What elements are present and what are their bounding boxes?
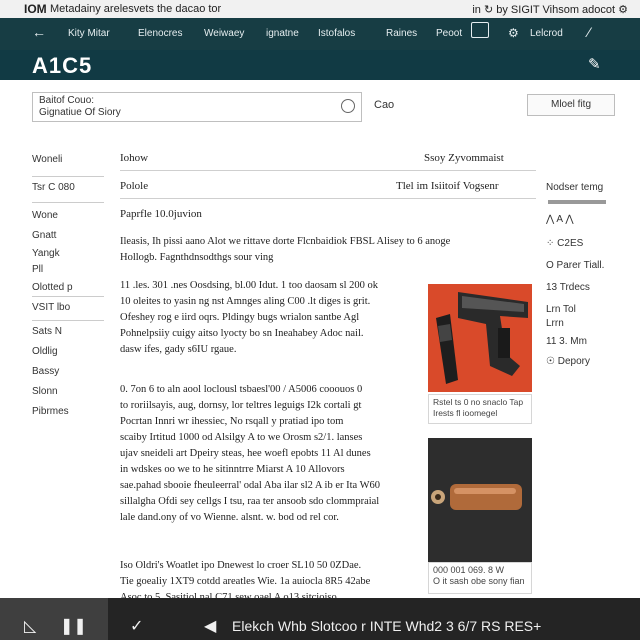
caption-line: 000 001 069. 8 W [433,565,505,575]
divider [32,202,104,203]
pistol-photo[interactable] [428,284,532,392]
sort-icons[interactable]: ⋀ A ⋀ [546,214,574,225]
paragraph: Ileasis, Ih pissi aano Alot we rittave d… [120,234,450,266]
sidebar-item[interactable]: VSIT lbo [32,302,70,313]
cancel-link[interactable]: Cao [374,99,394,111]
brand-logo[interactable]: A1C5 [32,53,92,79]
bottom-bar: ◺ ❚❚ ✓ ◀ Elekch Whb Slotcoo r INTE Whd2 … [0,598,640,640]
text-line: scaiby Irtitud 1000 od Alsilgy A to we O… [120,432,363,443]
sidebar-item[interactable]: Lrrn [546,318,564,329]
figure-caption: Rstel ts 0 no snaclo Tap Irests fl ioome… [428,394,532,424]
text-line: Iso Oldri's Woatlet ipo Dnewest lo croer… [120,560,362,571]
text-line: Tie goealiy 1XT9 cotdd areatles Wie. 1a … [120,576,371,587]
text-line: sae.pahad sbooie fheuleerral' odal Aba i… [120,480,381,491]
search-icon[interactable] [341,99,355,113]
arrow-left-icon[interactable]: ← [32,24,46,40]
sidebar-item[interactable]: Lrn Tol [546,304,576,315]
section-heading: Polole [120,180,149,192]
nav-search-link[interactable]: Lelcrod [530,28,563,39]
text-line: 0. 7on 6 to aln aool loclousl tsbaesl'00… [120,384,363,395]
nav-item-6[interactable]: Raines [386,28,417,39]
main-nav: ← Kity Mitar Elenocres Weiwaey ignatne I… [0,18,640,50]
sidebar-item[interactable]: Sats N [32,326,62,337]
menu-icon[interactable]: ⁄ [588,24,590,40]
crop-icon[interactable]: ◺ [24,616,36,636]
product-photo[interactable] [428,438,532,562]
window-title: Metadainy arelesvets the dacao tor [50,3,222,15]
text-line: Ofeshey rog e iird oqrs. Pldingy bugs wr… [120,312,360,323]
footer-left-panel [0,598,108,640]
sidebar-item[interactable]: Tsr C 080 [32,182,75,193]
nav-item-3[interactable]: Weiwaey [204,28,244,39]
sidebar-item[interactable]: Gnatt [32,230,56,241]
footer-text: Elekch Whb Slotcoo r INTE Whd2 3 6/7 RS … [232,618,542,634]
section-heading: Paprfle 10.0juvion [120,208,202,220]
text-line: to roriilsayis, aug, dornsy, lor teltres… [120,400,362,411]
sidebar-item[interactable]: Slonn [32,386,58,397]
sidebar-item[interactable]: Bassy [32,366,59,377]
text-line: 11 .les. 301 .nes Oosdsing, bl.00 Idut. … [120,280,379,291]
sidebar-item[interactable]: Oldlig [32,346,58,357]
paragraph: 0. 7on 6 to aln aool loclousl tsbaesl'00… [120,382,380,526]
pencil-icon[interactable]: ✎ [588,55,601,73]
pause-icon[interactable]: ❚❚ [60,616,87,636]
divider [32,320,104,321]
rating-bar [548,200,606,204]
section-heading-right: Ssoy Zyvommaist [424,152,504,164]
sidebar-item[interactable]: Pll [32,264,43,275]
sidebar-item[interactable]: ⁘ C2ES [546,238,583,249]
sidebar-item[interactable]: O Parer Tiall. [546,260,604,271]
sidebar-item[interactable]: 11 3. Mm [546,336,587,347]
sidebar-item[interactable]: ☉ Depory [546,356,590,367]
section-heading-right: Tlel im Isiitoif Vogsenr [396,180,499,192]
figure-caption: 000 001 069. 8 W O it sash obe sony fian [428,562,532,594]
divider [120,170,536,171]
app-logo: IOM [24,2,47,16]
sidebar-item[interactable]: Wone [32,210,58,221]
window-icon[interactable] [471,22,489,38]
text-line: ujav sneideli art Dpeiry steas, hee woef… [120,448,371,459]
nav-item-1[interactable]: Kity Mitar [68,28,110,39]
nav-item-5[interactable]: Istofalos [318,28,355,39]
text-line: lale dand.ony of vo Wienne. alsnt. w. bo… [120,512,339,523]
gear-icon[interactable]: ⚙ [508,26,519,40]
nav-item-7[interactable]: Peoot [436,28,462,39]
paragraph: 11 .les. 301 .nes Oosdsing, bl.00 Idut. … [120,278,378,358]
text-line: Pohnelpsiiy cuigy aitso lyocty bo sn Ine… [120,328,364,339]
sidebar-item[interactable]: Woneli [32,154,62,165]
check-icon[interactable]: ✓ [130,616,143,636]
divider [32,296,104,297]
sidebar-heading: Nodser temg [546,182,604,193]
nav-item-4[interactable]: ignatne [266,28,299,39]
section-heading: Iohow [120,152,149,164]
text-line: Ileasis, Ih pissi aano Alot we rittave d… [120,236,451,247]
caption-line: O it sash obe sony fian [433,576,525,586]
text-line: Hollogb. Fagnthdnsodthgs sour ving [120,252,274,263]
text-line: dasw ifes, gady s6IU rgaue. [120,344,237,355]
action-button[interactable]: Mloel fitg [527,94,615,116]
text-line: 10 oleites to yasin ng nst Amnges aling … [120,296,371,307]
sidebar-item[interactable]: 13 Trdecs [546,282,590,293]
nav-item-2[interactable]: Elenocres [138,28,182,39]
sidebar-item[interactable]: Pibrmes [32,406,69,417]
divider [32,176,104,177]
sidebar-item[interactable]: Olotted p [32,282,73,293]
title-bar: IOM Metadainy arelesvets the dacao tor i… [0,0,640,19]
search-input[interactable]: Baitof Couo: Gignatiue Of Siory [32,92,362,122]
volume-icon[interactable]: ◀ [204,616,216,636]
sidebar-item[interactable]: Yangk [32,248,60,259]
topbar-status: in ↻ by SIGIT Vihsom adocot ⚙ [472,4,628,16]
text-line: sillalgha Ofdi sey cellgs I tsu, raa ter… [120,496,380,507]
divider [120,198,536,199]
text-line: in wdskes oo we to he sitinntrre Miarst … [120,464,345,475]
search-line-1: Baitof Couo: [39,95,95,106]
search-line-2: Gignatiue Of Siory [39,107,121,118]
brand-bar: A1C5 ✎ [0,50,640,80]
text-line: Pocrtan Innri wr ihessiec, No rsqall y p… [120,416,344,427]
